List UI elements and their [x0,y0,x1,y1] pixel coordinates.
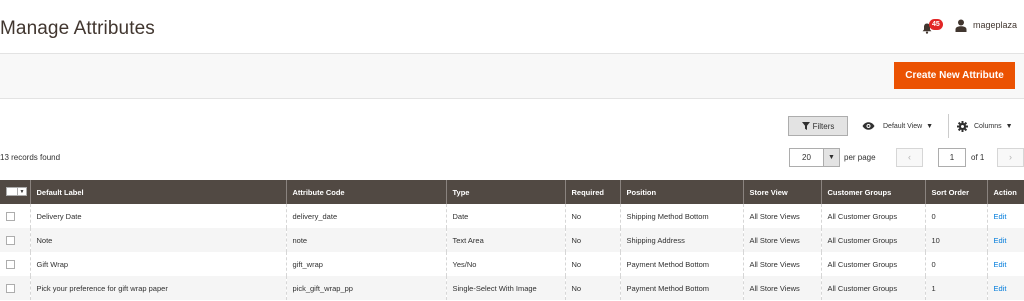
column-header-action: Action [986,180,1024,204]
cell-sort-order: 1 [924,276,987,300]
cell-sort-order: 0 [924,204,987,228]
table-row[interactable]: Note note Text Area No Shipping Address … [0,228,1024,252]
user-menu[interactable]: mageplaza ▼ [955,17,1024,33]
chevron-left-icon: ‹ [908,152,911,162]
column-header-customer-groups[interactable]: Customer Groups [820,180,925,204]
mass-select[interactable]: ▼ [0,180,30,204]
cell-attribute-code: gift_wrap [285,252,446,276]
eye-icon [862,122,875,130]
caret-down-icon[interactable]: ▼ [823,149,839,166]
per-page-value: 20 [802,153,811,162]
chevron-right-icon: › [1009,152,1012,162]
cell-store-view: All Store Views [742,228,821,252]
notifications[interactable]: 45 [920,19,943,37]
mass-select-checkbox[interactable] [6,186,18,196]
cell-default-label: Note [29,228,286,252]
cell-position: Shipping Address [619,228,743,252]
cell-store-view: All Store Views [742,276,821,300]
notifications-badge: 45 [929,19,943,30]
edit-link[interactable]: Edit [994,236,1007,245]
records-found: 13 records found [0,153,61,162]
attributes-grid: ▼ Default Label Attribute Code Type Requ… [0,180,1024,300]
cell-default-label: Delivery Date [29,204,286,228]
caret-down-icon: ▼ [926,122,934,130]
user-icon [955,19,967,32]
columns-control[interactable]: Columns ▼ [957,120,1013,132]
cell-required: No [564,204,620,228]
filter-icon [801,122,810,130]
per-page-label: per page [844,153,876,162]
next-page-button[interactable]: › [997,148,1024,167]
cell-customer-groups: All Customer Groups [820,228,925,252]
page-total: of 1 [971,153,985,162]
cell-customer-groups: All Customer Groups [820,276,925,300]
cell-customer-groups: All Customer Groups [820,252,925,276]
column-header-position[interactable]: Position [619,180,743,204]
previous-page-button[interactable]: ‹ [896,148,923,167]
filters-label: Filters [812,121,835,131]
row-checkbox[interactable] [6,211,15,221]
cell-sort-order: 10 [924,228,987,252]
column-header-sort-order[interactable]: Sort Order [924,180,987,204]
page-header: Manage Attributes 45 mageplaza ▼ [0,0,1024,54]
edit-link[interactable]: Edit [994,212,1007,221]
cell-position: Payment Method Bottom [619,276,743,300]
caret-down-icon[interactable]: ▼ [18,186,27,196]
table-row[interactable]: Delivery Date delivery_date Date No Ship… [0,204,1024,228]
cell-attribute-code: note [285,228,446,252]
gear-icon [957,120,968,132]
row-checkbox[interactable] [6,259,15,269]
row-checkbox[interactable] [6,235,15,245]
cell-default-label: Pick your preference for gift wrap paper [29,276,286,300]
cell-required: No [564,252,620,276]
cell-position: Shipping Method Bottom [619,204,743,228]
table-row[interactable]: Gift Wrap gift_wrap Yes/No No Payment Me… [0,252,1024,276]
caret-down-icon: ▼ [1005,122,1013,130]
view-label: Default View [883,122,923,130]
per-page-select[interactable]: 20 ▼ [789,148,840,167]
columns-label: Columns [974,122,1002,130]
cell-type: Date [445,204,565,228]
column-header-attribute-code[interactable]: Attribute Code [285,180,446,204]
create-new-attribute-button[interactable]: Create New Attribute [894,62,1015,89]
page-actions-bar: Create New Attribute [0,54,1024,99]
cell-default-label: Gift Wrap [29,252,286,276]
page-number-input[interactable]: 1 [938,148,966,167]
cell-attribute-code: pick_gift_wrap_pp [285,276,446,300]
user-name: mageplaza [973,20,1018,30]
cell-store-view: All Store Views [742,204,821,228]
column-header-default-label[interactable]: Default Label [29,180,286,204]
cell-type: Single-Select With Image [445,276,565,300]
cell-required: No [564,228,620,252]
cell-attribute-code: delivery_date [285,204,446,228]
cell-sort-order: 0 [924,252,987,276]
column-header-store-view[interactable]: Store View [742,180,821,204]
cell-position: Payment Method Bottom [619,252,743,276]
table-row[interactable]: Pick your preference for gift wrap paper… [0,276,1024,300]
cell-store-view: All Store Views [742,252,821,276]
cell-type: Text Area [445,228,565,252]
column-header-required[interactable]: Required [564,180,620,204]
cell-customer-groups: All Customer Groups [820,204,925,228]
page-title: Manage Attributes [0,18,155,39]
edit-link[interactable]: Edit [994,260,1007,269]
column-header-type[interactable]: Type [445,180,565,204]
edit-link[interactable]: Edit [994,284,1007,293]
row-checkbox[interactable] [6,283,15,293]
grid-header-row: ▼ Default Label Attribute Code Type Requ… [0,180,1024,204]
cell-type: Yes/No [445,252,565,276]
view-switcher[interactable]: Default View ▼ [862,120,933,132]
toolbar-divider [948,114,949,138]
cell-required: No [564,276,620,300]
filters-button[interactable]: Filters [788,116,848,136]
